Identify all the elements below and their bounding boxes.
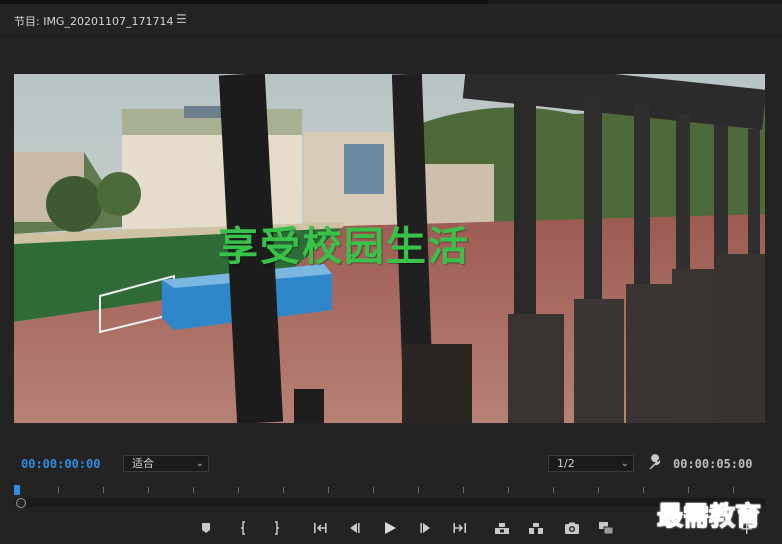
add-button-icon[interactable]: +	[740, 519, 753, 538]
time-ruler	[14, 480, 765, 494]
step-forward-icon[interactable]	[418, 520, 434, 536]
go-to-out-icon[interactable]	[452, 520, 468, 536]
step-back-icon[interactable]	[346, 520, 362, 536]
lift-icon[interactable]	[494, 520, 510, 536]
resolution-value: 1/2	[557, 457, 575, 470]
program-monitor-header: 节目: IMG_20201107_171714 ☰	[0, 4, 782, 37]
add-marker-icon[interactable]	[198, 520, 214, 536]
compare-view-icon[interactable]	[598, 520, 614, 536]
playback-resolution-dropdown[interactable]: 1/2 ⌄	[548, 455, 634, 472]
current-timecode[interactable]: 00:00:00:00	[21, 457, 100, 471]
video-title-overlay: 享受校园生活	[218, 224, 470, 270]
mark-out-icon[interactable]	[268, 520, 284, 536]
mark-in-icon[interactable]	[236, 520, 252, 536]
play-icon[interactable]	[382, 520, 398, 536]
zoom-fit-value: 适合	[132, 457, 154, 470]
extract-icon[interactable]	[528, 520, 544, 536]
go-to-in-icon[interactable]	[312, 520, 328, 536]
duration-timecode: 00:00:05:00	[673, 457, 753, 471]
chevron-down-icon: ⌄	[620, 458, 629, 469]
program-monitor-video: 享受校园生活	[14, 74, 765, 423]
chevron-down-icon: ⌄	[195, 458, 204, 469]
export-frame-icon[interactable]	[564, 520, 580, 536]
hamburger-menu-icon[interactable]: ☰	[176, 12, 187, 26]
timeline-scrollbar[interactable]	[14, 498, 765, 507]
wrench-icon[interactable]	[646, 454, 664, 472]
panel-title[interactable]: 节目: IMG_20201107_171714	[14, 13, 173, 29]
scroll-handle[interactable]	[16, 498, 26, 508]
monitor-controls-row: 00:00:00:00 适合 ⌄ 1/2 ⌄ 00:00:05:00	[0, 450, 782, 478]
playhead-marker[interactable]	[14, 485, 20, 495]
zoom-fit-dropdown[interactable]: 适合 ⌄	[123, 455, 209, 472]
mini-timeline[interactable]	[14, 480, 765, 510]
